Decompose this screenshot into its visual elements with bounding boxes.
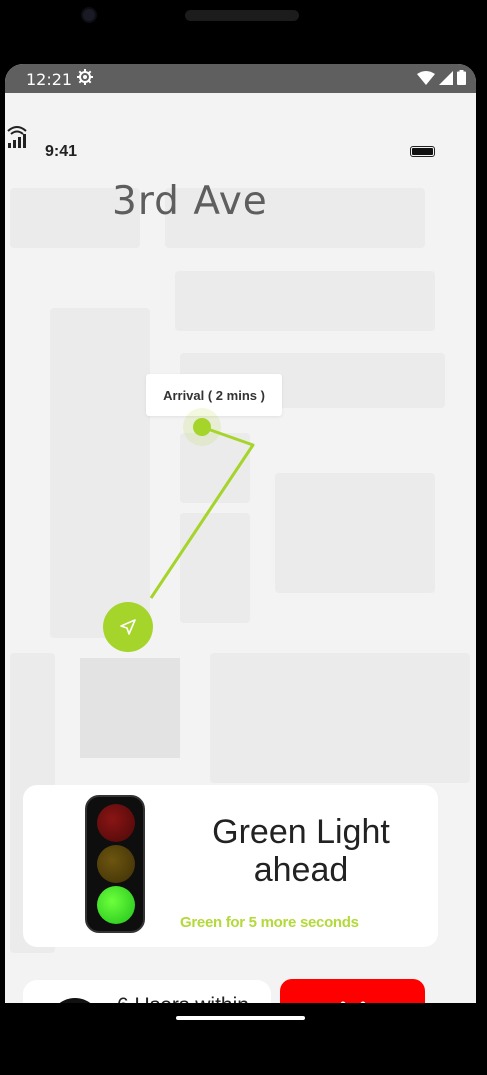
phone-screen: 12:21 9:41 3rd Ave Arrival (2 mins) Gr… [5,64,476,1003]
map-view[interactable]: 9:41 3rd Ave Arrival ( 2 mins ) Green Li… [5,93,476,1003]
traffic-light-card: Green Light ahead Green for 5 more secon… [23,785,438,947]
red-lamp [97,804,135,842]
yellow-lamp [97,845,135,883]
traffic-light-icon [85,795,145,933]
gear-icon [77,69,93,90]
user-avatar-icon [49,998,101,1003]
cell-signal-icon [7,123,29,154]
green-lamp [97,886,135,924]
earpiece-speaker [185,10,299,21]
navigation-arrow-icon[interactable] [103,602,153,652]
nearby-users-text: 6 Users within the vicinity [108,994,258,1003]
nearby-users-card[interactable]: 6 Users within the vicinity [23,980,271,1003]
close-icon [340,1001,365,1003]
street-label: 3rd Ave [112,179,268,224]
battery-icon [410,146,435,157]
front-camera [81,7,97,23]
battery-icon [457,70,466,90]
arrival-tooltip: Arrival ( 2 mins ) [146,374,282,416]
system-status-bar: 12:21 [5,64,476,93]
close-button[interactable] [280,979,425,1003]
system-time: 12:21 [26,70,73,89]
wifi-icon [417,70,435,90]
light-countdown-text: Green for 5 more seconds [180,914,359,931]
light-status-title: Green Light ahead [212,813,390,889]
app-status-time: 9:41 [45,143,78,160]
cell-signal-icon [439,70,453,90]
home-indicator[interactable] [176,1016,305,1020]
